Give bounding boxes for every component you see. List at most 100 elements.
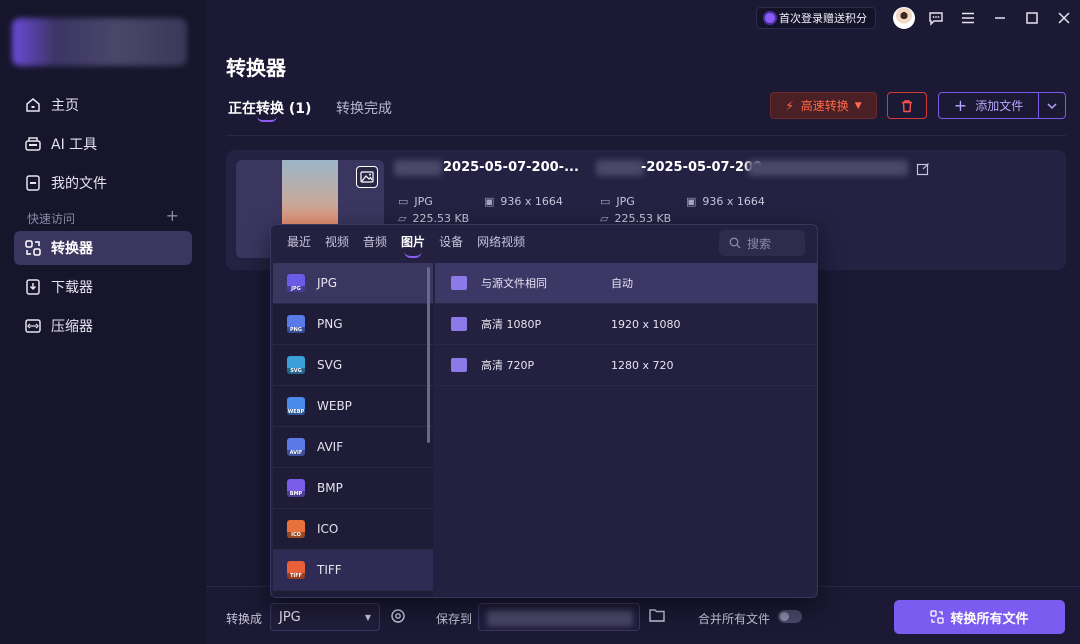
image-type-icon (356, 166, 378, 188)
maximize-button[interactable] (1016, 6, 1048, 30)
rename-button[interactable] (916, 162, 930, 180)
add-file-main[interactable]: + 添加文件 (939, 93, 1039, 118)
tab-converting[interactable]: 正在转换 (1) (228, 98, 311, 118)
format-item-jpg[interactable]: JPG JPG (273, 263, 433, 304)
format-category-tabs: 最近 视频 音频 图片 设备 网络视频 (287, 233, 539, 258)
filename-blur (596, 160, 644, 176)
format-label: SVG (317, 358, 343, 372)
merge-toggle[interactable] (778, 610, 802, 623)
source-filename: 2025-05-07-200-... (443, 160, 579, 175)
maximize-icon (1026, 12, 1038, 24)
tab-device[interactable]: 设备 (439, 233, 463, 250)
sidebar-item-converter[interactable]: 转换器 (14, 231, 192, 265)
delete-button[interactable] (887, 92, 927, 119)
format-settings-button[interactable] (390, 608, 406, 628)
promo-text: 首次登录赠送积分 (779, 12, 867, 25)
menu-button[interactable] (952, 6, 984, 30)
menu-icon (962, 12, 974, 24)
minimize-button[interactable] (984, 6, 1016, 30)
sidebar: 主页 AI 工具 我的文件 快速访问 + 转换器 下载器 压缩器 (0, 0, 206, 644)
ico-icon: ICO (287, 520, 305, 538)
convert-to-value: JPG (279, 609, 301, 625)
sidebar-item-label: 主页 (51, 98, 79, 114)
resolution-item-720p[interactable]: 高清 720P 1280 x 720 (435, 345, 817, 386)
sidebar-item-label: 压缩器 (51, 319, 93, 335)
format-item-svg[interactable]: SVG SVG (273, 345, 433, 386)
promo-badge[interactable]: 首次登录赠送积分 (756, 7, 876, 29)
format-label: TIFF (317, 563, 342, 577)
avif-icon: AVIF (287, 438, 305, 456)
tab-recent[interactable]: 最近 (287, 233, 311, 250)
convert-to-select[interactable]: JPG ▼ (270, 603, 380, 631)
title-bar: 首次登录赠送积分 (756, 6, 1080, 30)
format-search-input[interactable]: 搜索 (719, 230, 805, 256)
svg-icon: SVG (287, 356, 305, 374)
format-list-scrollbar[interactable] (427, 267, 430, 443)
merge-label: 合并所有文件 (698, 612, 771, 626)
tiff-icon: TIFF (287, 561, 305, 579)
tab-video[interactable]: 视频 (325, 233, 349, 250)
target-resolution: ▣ 936 x 1664 (686, 195, 765, 208)
close-button[interactable] (1048, 6, 1080, 30)
close-icon (1058, 12, 1070, 24)
tab-completed[interactable]: 转换完成 (336, 98, 392, 118)
fast-convert-button[interactable]: ⚡ 高速转换 ▼ (770, 92, 877, 119)
resolution-item-1080p[interactable]: 高清 1080P 1920 x 1080 (435, 304, 817, 345)
format-label: WEBP (317, 399, 352, 413)
browse-folder-button[interactable] (649, 608, 665, 626)
sidebar-item-ai-tools[interactable]: AI 工具 (14, 127, 192, 161)
sidebar-item-my-files[interactable]: 我的文件 (14, 166, 192, 200)
sidebar-item-downloader[interactable]: 下载器 (14, 270, 192, 304)
sidebar-item-compressor[interactable]: 压缩器 (14, 309, 192, 343)
source-resolution: ▣ 936 x 1664 (484, 195, 563, 208)
resolution-name: 与源文件相同 (481, 277, 547, 290)
add-quick-access-icon[interactable]: + (166, 208, 179, 227)
format-item-tiff[interactable]: TIFF TIFF (273, 550, 433, 591)
format-item-webp[interactable]: WEBP WEBP (273, 386, 433, 427)
tab-image[interactable]: 图片 (401, 233, 425, 258)
format-picker-popup: 最近 视频 音频 图片 设备 网络视频 搜索 JPG JPG PNG PNG S… (270, 224, 818, 598)
divider (226, 135, 1066, 136)
sidebar-item-home[interactable]: 主页 (14, 88, 192, 122)
target-resolution-value: 936 x 1664 (702, 195, 765, 208)
page-title: 转换器 (226, 56, 286, 80)
save-path-field[interactable] (478, 603, 640, 631)
search-placeholder: 搜索 (747, 236, 772, 251)
message-button[interactable] (920, 6, 952, 30)
download-icon (24, 278, 42, 296)
target-filename: -2025-05-07-200 (641, 160, 763, 175)
convert-all-button[interactable]: 转换所有文件 (894, 600, 1065, 634)
sidebar-item-label: AI 工具 (51, 137, 98, 153)
resolution-name: 高清 720P (481, 359, 535, 372)
search-icon (729, 237, 741, 249)
path-blur (487, 610, 633, 626)
image-icon (451, 358, 467, 372)
resolution-item-same[interactable]: 与源文件相同 自动 (435, 263, 817, 304)
tab-online-video[interactable]: 网络视频 (477, 233, 525, 250)
resolution-value: 自动 (611, 277, 633, 290)
format-item-bmp[interactable]: BMP BMP (273, 468, 433, 509)
add-file-dropdown[interactable] (1039, 93, 1065, 118)
format-item-avif[interactable]: AVIF AVIF (273, 427, 433, 468)
diamond-icon (765, 13, 775, 23)
png-icon: PNG (287, 315, 305, 333)
target-format: ▭ JPG (600, 195, 635, 208)
user-avatar-button[interactable] (888, 6, 920, 30)
format-label: AVIF (317, 440, 344, 454)
format-list: JPG JPG PNG PNG SVG SVG WEBP WEBP AVIF A… (273, 263, 433, 597)
format-item-ico[interactable]: ICO ICO (273, 509, 433, 550)
format-item-png[interactable]: PNG PNG (273, 304, 433, 345)
minimize-icon (995, 17, 1005, 19)
video-icon: ▭ (600, 195, 611, 208)
resolution-value: 1920 x 1080 (611, 317, 681, 331)
chevron-down-icon (1047, 102, 1057, 109)
format-label: BMP (317, 481, 343, 495)
tab-audio[interactable]: 音频 (363, 233, 387, 250)
format-label: ICO (317, 522, 339, 536)
video-icon: ▭ (398, 195, 409, 208)
source-format-value: JPG (414, 195, 433, 208)
converter-icon (24, 239, 42, 257)
add-file-label: 添加文件 (975, 99, 1024, 113)
add-file-button[interactable]: + 添加文件 (938, 92, 1066, 119)
image-icon (451, 276, 467, 290)
